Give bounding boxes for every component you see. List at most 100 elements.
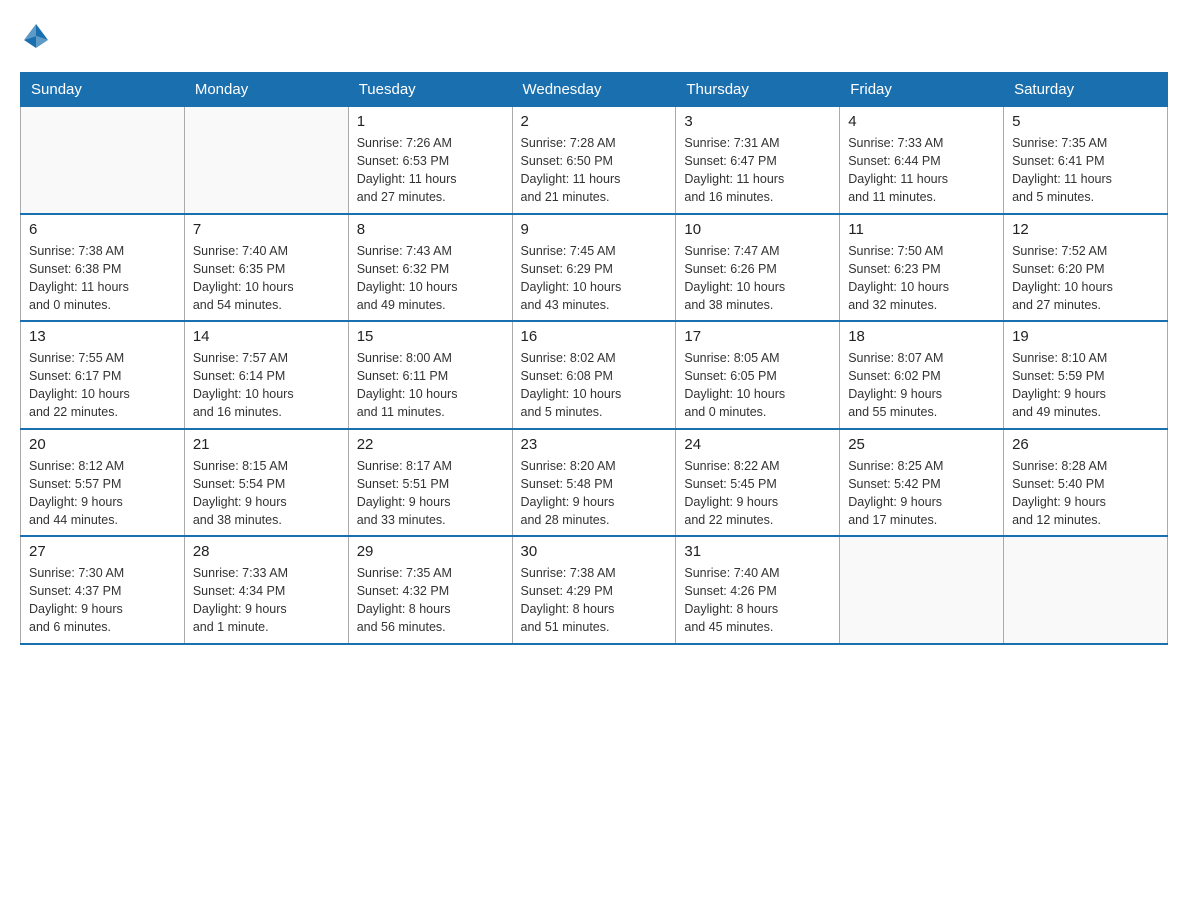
day-info: Sunrise: 8:02 AM Sunset: 6:08 PM Dayligh… [521, 349, 668, 422]
day-number: 28 [193, 543, 340, 560]
page-header [20, 20, 1168, 52]
day-number: 8 [357, 221, 504, 238]
day-number: 11 [848, 221, 995, 238]
calendar-day-cell: 15Sunrise: 8:00 AM Sunset: 6:11 PM Dayli… [348, 321, 512, 429]
day-of-week-header: Wednesday [512, 73, 676, 107]
calendar-day-cell: 2 Sunrise: 7:28 AM Sunset: 6:50 PM Daylig… [512, 107, 676, 214]
day-number: 23 [521, 436, 668, 453]
day-number: 16 [521, 328, 668, 345]
calendar-day-cell: 10Sunrise: 7:47 AM Sunset: 6:26 PM Dayli… [676, 214, 840, 322]
day-info: Sunrise: 7:38 AM Sunset: 4:29 PM Dayligh… [521, 564, 668, 637]
day-number: 2 [521, 113, 668, 130]
calendar-day-cell: 20 Sunrise: 8:12 AM Sunset: 5:57 PM Dayli… [21, 429, 185, 537]
day-of-week-header: Tuesday [348, 73, 512, 107]
day-info: Sunrise: 8:20 AM Sunset: 5:48 PM Dayligh… [521, 457, 668, 530]
calendar-day-cell: 19 Sunrise: 8:10 AM Sunset: 5:59 PM Dayli… [1004, 321, 1168, 429]
day-info: Sunrise: 7:28 AM Sunset: 6:50 PM Dayligh… [521, 134, 668, 207]
day-info: Sunrise: 7:33 AM Sunset: 6:44 PM Dayligh… [848, 134, 995, 207]
day-number: 5 [1012, 113, 1159, 130]
day-number: 29 [357, 543, 504, 560]
day-info: Sunrise: 7:26 AM Sunset: 6:53 PM Dayligh… [357, 134, 504, 207]
day-info: Sunrise: 8:22 AM Sunset: 5:45 PM Dayligh… [684, 457, 831, 530]
day-info: Sunrise: 8:05 AM Sunset: 6:05 PM Dayligh… [684, 349, 831, 422]
day-info: Sunrise: 7:35 AM Sunset: 4:32 PM Dayligh… [357, 564, 504, 637]
calendar-day-cell: 18 Sunrise: 8:07 AM Sunset: 6:02 PM Dayli… [840, 321, 1004, 429]
day-number: 6 [29, 221, 176, 238]
day-info: Sunrise: 7:43 AM Sunset: 6:32 PM Dayligh… [357, 242, 504, 315]
day-number: 31 [684, 543, 831, 560]
day-info: Sunrise: 7:57 AM Sunset: 6:14 PM Dayligh… [193, 349, 340, 422]
calendar-day-cell: 6 Sunrise: 7:38 AM Sunset: 6:38 PM Daylig… [21, 214, 185, 322]
day-number: 21 [193, 436, 340, 453]
calendar-day-cell: 11Sunrise: 7:50 AM Sunset: 6:23 PM Dayli… [840, 214, 1004, 322]
day-number: 17 [684, 328, 831, 345]
calendar-day-cell [184, 107, 348, 214]
calendar-day-cell: 4Sunrise: 7:33 AM Sunset: 6:44 PM Daylig… [840, 107, 1004, 214]
day-of-week-header: Thursday [676, 73, 840, 107]
day-info: Sunrise: 7:55 AM Sunset: 6:17 PM Dayligh… [29, 349, 176, 422]
day-info: Sunrise: 7:47 AM Sunset: 6:26 PM Dayligh… [684, 242, 831, 315]
calendar-day-cell: 16 Sunrise: 8:02 AM Sunset: 6:08 PM Dayli… [512, 321, 676, 429]
calendar-day-cell: 9 Sunrise: 7:45 AM Sunset: 6:29 PM Daylig… [512, 214, 676, 322]
day-number: 27 [29, 543, 176, 560]
calendar-day-cell: 8 Sunrise: 7:43 AM Sunset: 6:32 PM Daylig… [348, 214, 512, 322]
day-info: Sunrise: 8:10 AM Sunset: 5:59 PM Dayligh… [1012, 349, 1159, 422]
day-of-week-header: Saturday [1004, 73, 1168, 107]
day-info: Sunrise: 8:17 AM Sunset: 5:51 PM Dayligh… [357, 457, 504, 530]
day-number: 9 [521, 221, 668, 238]
day-info: Sunrise: 8:12 AM Sunset: 5:57 PM Dayligh… [29, 457, 176, 530]
day-info: Sunrise: 7:40 AM Sunset: 6:35 PM Dayligh… [193, 242, 340, 315]
calendar-day-cell [1004, 536, 1168, 644]
day-number: 14 [193, 328, 340, 345]
day-info: Sunrise: 8:15 AM Sunset: 5:54 PM Dayligh… [193, 457, 340, 530]
day-number: 30 [521, 543, 668, 560]
day-info: Sunrise: 7:33 AM Sunset: 4:34 PM Dayligh… [193, 564, 340, 637]
day-number: 18 [848, 328, 995, 345]
day-info: Sunrise: 7:40 AM Sunset: 4:26 PM Dayligh… [684, 564, 831, 637]
day-number: 3 [684, 113, 831, 130]
calendar-header-row: SundayMondayTuesdayWednesdayThursdayFrid… [21, 73, 1168, 107]
calendar-day-cell: 28 Sunrise: 7:33 AM Sunset: 4:34 PM Dayli… [184, 536, 348, 644]
day-info: Sunrise: 7:45 AM Sunset: 6:29 PM Dayligh… [521, 242, 668, 315]
calendar-day-cell: 12 Sunrise: 7:52 AM Sunset: 6:20 PM Dayli… [1004, 214, 1168, 322]
day-info: Sunrise: 7:52 AM Sunset: 6:20 PM Dayligh… [1012, 242, 1159, 315]
day-number: 26 [1012, 436, 1159, 453]
day-number: 20 [29, 436, 176, 453]
calendar-week-row: 20 Sunrise: 8:12 AM Sunset: 5:57 PM Dayli… [21, 429, 1168, 537]
day-info: Sunrise: 8:07 AM Sunset: 6:02 PM Dayligh… [848, 349, 995, 422]
day-number: 19 [1012, 328, 1159, 345]
calendar-day-cell: 25Sunrise: 8:25 AM Sunset: 5:42 PM Dayli… [840, 429, 1004, 537]
day-info: Sunrise: 8:00 AM Sunset: 6:11 PM Dayligh… [357, 349, 504, 422]
calendar-day-cell: 31 Sunrise: 7:40 AM Sunset: 4:26 PM Dayli… [676, 536, 840, 644]
calendar-day-cell: 27Sunrise: 7:30 AM Sunset: 4:37 PM Dayli… [21, 536, 185, 644]
day-number: 12 [1012, 221, 1159, 238]
calendar-day-cell: 23 Sunrise: 8:20 AM Sunset: 5:48 PM Dayli… [512, 429, 676, 537]
day-number: 25 [848, 436, 995, 453]
logo-icon [20, 20, 52, 52]
calendar-day-cell: 7 Sunrise: 7:40 AM Sunset: 6:35 PM Daylig… [184, 214, 348, 322]
calendar-day-cell: 22 Sunrise: 8:17 AM Sunset: 5:51 PM Dayli… [348, 429, 512, 537]
calendar-day-cell: 14 Sunrise: 7:57 AM Sunset: 6:14 PM Dayli… [184, 321, 348, 429]
calendar-week-row: 13 Sunrise: 7:55 AM Sunset: 6:17 PM Dayli… [21, 321, 1168, 429]
day-number: 13 [29, 328, 176, 345]
calendar-day-cell: 26 Sunrise: 8:28 AM Sunset: 5:40 PM Dayli… [1004, 429, 1168, 537]
day-of-week-header: Sunday [21, 73, 185, 107]
day-info: Sunrise: 7:35 AM Sunset: 6:41 PM Dayligh… [1012, 134, 1159, 207]
calendar-week-row: 6 Sunrise: 7:38 AM Sunset: 6:38 PM Daylig… [21, 214, 1168, 322]
calendar-week-row: 1 Sunrise: 7:26 AM Sunset: 6:53 PM Daylig… [21, 107, 1168, 214]
calendar-day-cell [21, 107, 185, 214]
calendar-day-cell: 1 Sunrise: 7:26 AM Sunset: 6:53 PM Daylig… [348, 107, 512, 214]
day-number: 1 [357, 113, 504, 130]
day-number: 7 [193, 221, 340, 238]
day-number: 22 [357, 436, 504, 453]
calendar-day-cell: 3Sunrise: 7:31 AM Sunset: 6:47 PM Daylig… [676, 107, 840, 214]
day-of-week-header: Monday [184, 73, 348, 107]
logo [20, 20, 52, 52]
calendar-day-cell: 5 Sunrise: 7:35 AM Sunset: 6:41 PM Daylig… [1004, 107, 1168, 214]
calendar-day-cell: 21 Sunrise: 8:15 AM Sunset: 5:54 PM Dayli… [184, 429, 348, 537]
day-info: Sunrise: 8:28 AM Sunset: 5:40 PM Dayligh… [1012, 457, 1159, 530]
day-of-week-header: Friday [840, 73, 1004, 107]
calendar-day-cell: 17 Sunrise: 8:05 AM Sunset: 6:05 PM Dayli… [676, 321, 840, 429]
day-info: Sunrise: 7:38 AM Sunset: 6:38 PM Dayligh… [29, 242, 176, 315]
calendar-day-cell [840, 536, 1004, 644]
